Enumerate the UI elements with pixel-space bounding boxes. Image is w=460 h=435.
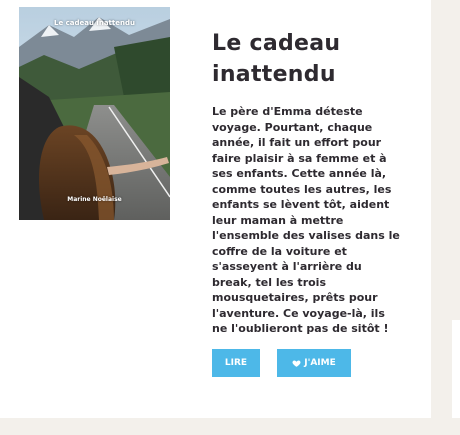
read-button-label: LIRE xyxy=(224,358,248,368)
cover-title: Le cadeau inattendu xyxy=(54,19,135,27)
read-button[interactable]: LIRE xyxy=(212,349,260,377)
book-card: Le cadeau inattendu Marine Noëlaise Le c… xyxy=(0,0,431,418)
like-button-label: J'AIME xyxy=(304,358,336,368)
cover-photo xyxy=(19,7,170,220)
book-synopsis: Le père d'Emma déteste voyage. Pourtant,… xyxy=(212,105,400,335)
cover-author: Marine Noëlaise xyxy=(67,196,122,203)
adjacent-panel-edge xyxy=(452,320,460,418)
like-button[interactable]: J'AIME xyxy=(277,349,351,377)
book-title: Le cadeau inattendu xyxy=(212,31,341,87)
heart-icon xyxy=(292,360,301,367)
book-cover[interactable]: Le cadeau inattendu Marine Noëlaise xyxy=(19,7,170,220)
